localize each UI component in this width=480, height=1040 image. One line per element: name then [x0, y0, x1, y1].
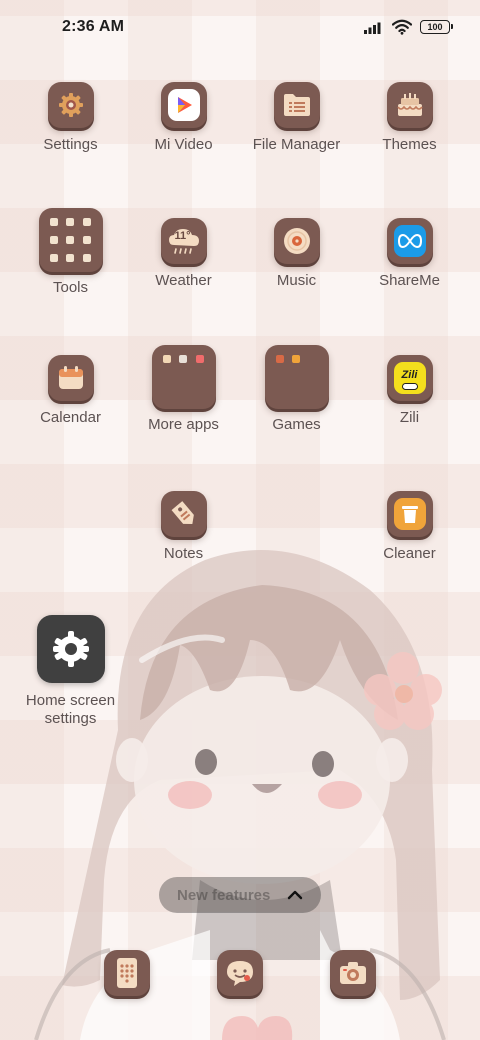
more-apps-folder-icon	[151, 345, 216, 409]
zili-logo-icon: Zili	[386, 355, 433, 401]
phone-dock-icon[interactable]	[104, 950, 150, 996]
music-disc-icon	[273, 218, 320, 264]
weather-cloud-icon: 11°	[160, 218, 207, 264]
app-label: Calendar	[40, 409, 101, 426]
app-shareme[interactable]: ShareMe	[353, 218, 466, 290]
settings-gear-icon	[47, 82, 94, 128]
weather-temperature: 11°	[174, 230, 191, 242]
messages-dock-icon[interactable]	[217, 950, 263, 996]
tools-folder-icon	[38, 208, 103, 272]
app-label: Games	[272, 416, 321, 433]
notes-tag-icon	[160, 491, 207, 537]
app-tools-folder[interactable]: Tools	[14, 208, 127, 297]
shareme-infinity-icon	[386, 218, 433, 264]
app-music[interactable]: Music	[240, 218, 353, 290]
app-label: Zili	[399, 409, 420, 426]
app-label: ShareMe	[379, 272, 440, 289]
mi-video-play-icon	[160, 82, 207, 128]
app-games-folder[interactable]: Games	[240, 345, 353, 434]
new-features-button[interactable]: New features	[159, 877, 321, 913]
dock	[0, 950, 480, 1004]
app-cleaner[interactable]: Cleaner	[353, 491, 466, 563]
app-weather[interactable]: 11° Weather	[127, 218, 240, 290]
home-screen-settings-label: Home screen settings	[25, 692, 116, 727]
app-label: Weather	[155, 272, 212, 289]
app-label: Notes	[163, 545, 204, 562]
app-label: Tools	[52, 279, 89, 296]
app-label: More apps	[148, 416, 219, 433]
games-folder-icon	[264, 345, 329, 409]
app-label: Music	[276, 272, 317, 289]
app-label: Settings	[43, 136, 98, 153]
app-settings[interactable]: Settings	[14, 82, 127, 154]
folder-icon	[273, 82, 320, 128]
app-notes[interactable]: Notes	[127, 491, 240, 563]
app-themes[interactable]: Themes	[353, 82, 466, 154]
app-file-manager[interactable]: File Manager	[240, 82, 353, 154]
new-features-label: New features	[177, 886, 271, 904]
themes-cake-icon	[386, 82, 433, 128]
app-label: File Manager	[252, 136, 341, 153]
calendar-icon	[47, 355, 94, 401]
app-zili[interactable]: Zili Zili	[353, 355, 466, 427]
home-screen-settings-button[interactable]: Home screen settings	[14, 615, 127, 728]
camera-dock-icon[interactable]	[330, 950, 376, 996]
app-calendar[interactable]: Calendar	[14, 355, 127, 427]
app-label: Themes	[382, 136, 437, 153]
app-more-apps-folder[interactable]: More apps	[127, 345, 240, 434]
chevron-up-icon	[287, 890, 303, 900]
cleaner-bin-icon	[386, 491, 433, 537]
app-mi-video[interactable]: Mi Video	[127, 82, 240, 154]
zili-logo-text: Zili	[401, 368, 418, 381]
app-label: Mi Video	[154, 136, 213, 153]
settings-gear-icon	[36, 615, 105, 683]
app-label: Cleaner	[383, 545, 436, 562]
